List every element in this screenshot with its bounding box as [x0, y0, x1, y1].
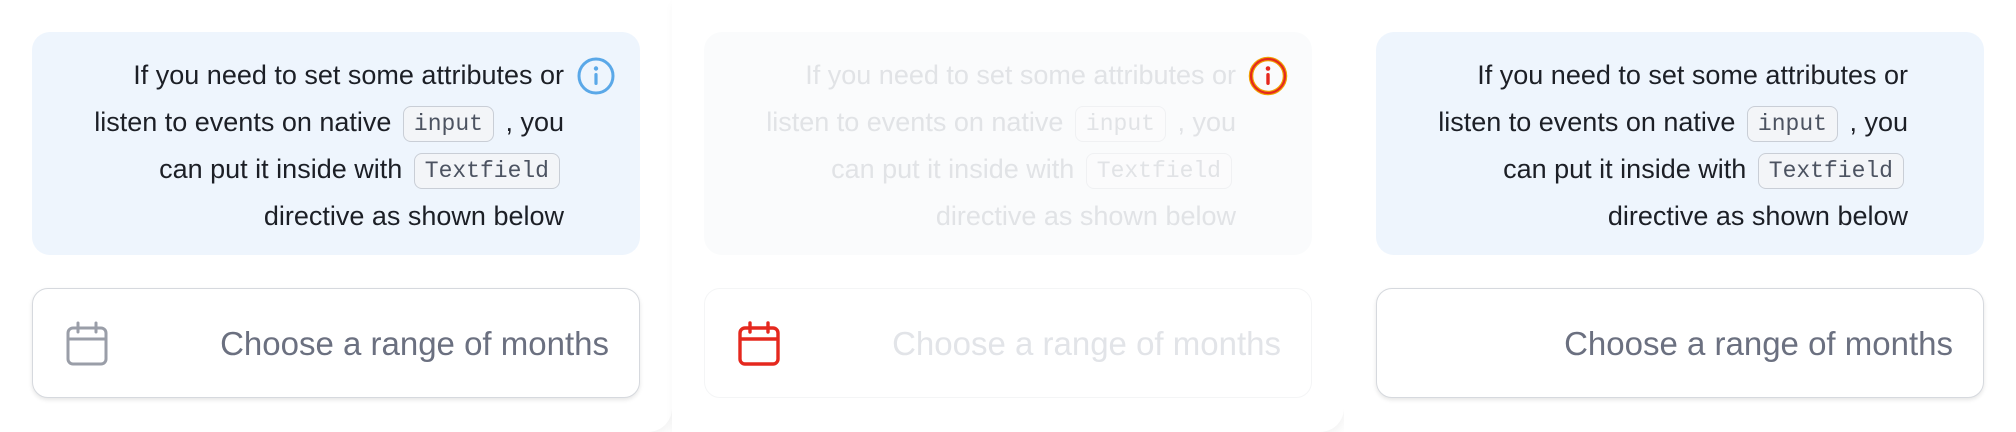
month-range-input[interactable]: Choose a range of months — [1376, 288, 1984, 398]
notice-line-2-end: , you — [1177, 107, 1236, 137]
input-placeholder: Choose a range of months — [892, 325, 1281, 362]
notice-text: If you need to set some attributes or li… — [4, 52, 564, 240]
notice-line-1: If you need to set some attributes or — [133, 60, 564, 90]
notice-line-2-start: listen to events on native — [94, 107, 392, 137]
notice-text: If you need to set some attributes or li… — [1348, 52, 1908, 240]
code-input: input — [1746, 105, 1838, 142]
info-icon — [1248, 56, 1288, 96]
notice-line-2-start: listen to events on native — [766, 107, 1064, 137]
month-range-input[interactable]: Choose a range of months — [704, 288, 1312, 398]
code-input: input — [1074, 105, 1166, 142]
notice-line-1: If you need to set some attributes or — [805, 60, 1236, 90]
notice-line-2-start: listen to events on native — [1438, 107, 1736, 137]
notice-line-4: directive as shown below — [263, 201, 564, 231]
demo-panel-no-icon: If you need to set some attributes or li… — [1344, 0, 2016, 432]
notice-line-1: If you need to set some attributes or — [1477, 60, 1908, 90]
notice-line-3-start: can put it inside with — [159, 154, 403, 184]
calendar-icon — [66, 321, 108, 366]
month-range-input[interactable]: Choose a range of months — [32, 288, 640, 398]
info-notice: If you need to set some attributes or li… — [32, 32, 640, 255]
code-textfield: Textfield — [413, 152, 560, 189]
info-notice: If you need to set some attributes or li… — [1376, 32, 1984, 255]
notice-line-4: directive as shown below — [1607, 201, 1908, 231]
demo-panel-disabled: If you need to set some attributes or li… — [672, 0, 1344, 432]
code-textfield: Textfield — [1757, 152, 1904, 189]
notice-line-3-start: can put it inside with — [1503, 154, 1747, 184]
code-textfield: Textfield — [1085, 152, 1232, 189]
input-placeholder: Choose a range of months — [220, 325, 609, 362]
info-icon — [577, 57, 615, 95]
notice-text: If you need to set some attributes or li… — [676, 52, 1236, 240]
notice-line-2-end: , you — [1849, 107, 1908, 137]
notice-line-2-end: , you — [505, 107, 564, 137]
input-placeholder: Choose a range of months — [1564, 325, 1953, 362]
demo-panels: If you need to set some attributes or li… — [0, 0, 2016, 432]
notice-line-3-start: can put it inside with — [831, 154, 1075, 184]
code-input: input — [402, 105, 494, 142]
calendar-icon — [738, 321, 780, 366]
info-notice: If you need to set some attributes or li… — [704, 32, 1312, 255]
notice-line-4: directive as shown below — [935, 201, 1236, 231]
demo-panel-default: If you need to set some attributes or li… — [0, 0, 672, 432]
